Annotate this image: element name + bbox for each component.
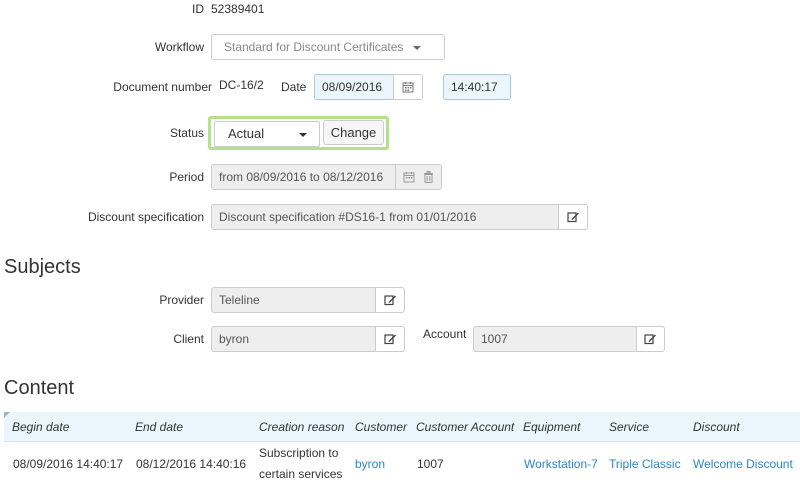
calendar-icon[interactable] [403, 171, 415, 183]
cell-customer-link[interactable]: byron [355, 457, 385, 471]
period-label: Period [169, 170, 204, 184]
cell-end-date: 08/12/2016 14:40:16 [136, 457, 247, 471]
discount-spec-label: Discount specification [87, 210, 204, 224]
cell-creation-reason-line1: Subscription to [259, 446, 339, 460]
col-customer-account[interactable]: Customer Account [416, 420, 514, 434]
account-label: Account [423, 327, 467, 341]
period-buttons [395, 164, 442, 190]
workflow-select[interactable]: Standard for Discount Certificates [211, 34, 445, 60]
provider-input: Teleline [211, 287, 376, 313]
col-creation-reason[interactable]: Creation reason [259, 420, 344, 434]
col-end-date[interactable]: End date [135, 420, 183, 434]
trash-icon[interactable] [423, 171, 434, 183]
date-label: Date [281, 80, 307, 94]
content-heading: Content [4, 377, 75, 399]
provider-label: Provider [159, 293, 204, 307]
account-edit-button[interactable] [636, 326, 665, 352]
col-discount[interactable]: Discount [693, 420, 740, 434]
calendar-icon [402, 82, 414, 93]
cell-customer-account: 1007 [417, 457, 444, 471]
provider-edit-button[interactable] [375, 287, 405, 313]
discount-spec-input: Discount specification #DS16-1 from 01/0… [211, 204, 559, 230]
edit-icon [566, 212, 579, 223]
edit-icon [644, 334, 656, 345]
time-input[interactable]: 14:40:17 [443, 74, 511, 100]
id-label: ID [192, 2, 204, 16]
discount-spec-edit-button[interactable] [558, 204, 588, 230]
workflow-label: Workflow [154, 40, 204, 54]
subjects-heading: Subjects [4, 256, 81, 278]
docnum-label: Document number [113, 80, 212, 94]
caret-down-icon [299, 133, 307, 137]
account-input: 1007 [473, 326, 637, 352]
cell-equipment-link[interactable]: Workstation-7 [524, 457, 598, 471]
edit-icon [383, 295, 396, 306]
status-value: Actual [228, 126, 265, 141]
workflow-value: Standard for Discount Certificates [224, 40, 404, 54]
cell-begin-date: 08/09/2016 14:40:17 [13, 457, 124, 471]
client-input: byron [211, 326, 376, 352]
col-service[interactable]: Service [609, 420, 649, 434]
date-picker-button[interactable] [393, 74, 423, 100]
date-input[interactable]: 08/09/2016 [314, 74, 394, 100]
caret-down-icon [412, 45, 421, 50]
col-customer[interactable]: Customer [355, 420, 407, 434]
id-value: 52389401 [211, 2, 265, 16]
edit-icon [383, 334, 396, 345]
corner-marker [4, 412, 10, 418]
change-button[interactable]: Change [323, 120, 384, 145]
col-begin-date[interactable]: Begin date [12, 420, 69, 434]
col-equipment[interactable]: Equipment [523, 420, 580, 434]
status-select[interactable]: Actual [214, 121, 320, 147]
client-edit-button[interactable] [375, 326, 405, 352]
cell-discount-link[interactable]: Welcome Discount [693, 457, 793, 471]
period-input[interactable]: from 08/09/2016 to 08/12/2016 [211, 164, 396, 190]
client-label: Client [173, 332, 204, 346]
cell-creation-reason-line2: certain services [259, 467, 343, 481]
docnum-value: DC-16/2 [219, 78, 264, 92]
status-label: Status [169, 126, 204, 140]
cell-service-link[interactable]: Triple Classic [609, 457, 681, 471]
